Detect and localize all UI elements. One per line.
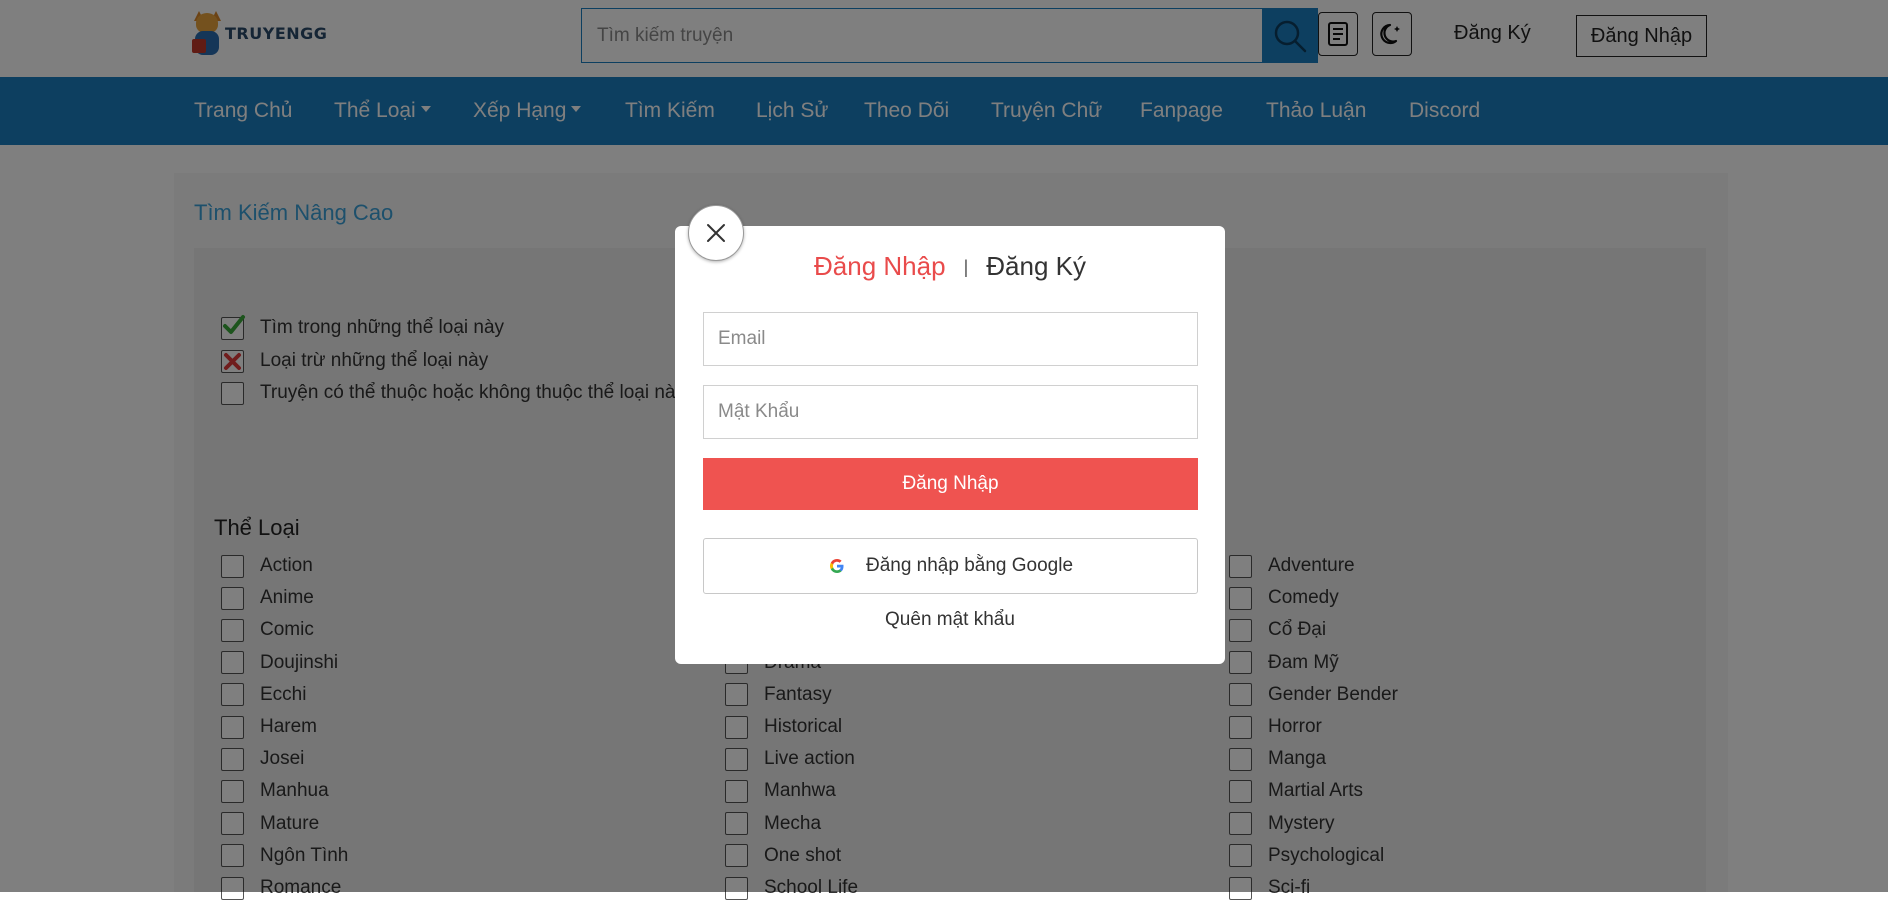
tab-register[interactable]: Đăng Ký (986, 251, 1086, 281)
modal-close-button[interactable] (688, 205, 744, 261)
google-login-label: Đăng nhập bằng Google (865, 555, 1074, 576)
forgot-password-link[interactable]: Quên mật khẩu (675, 609, 1225, 631)
email-field[interactable] (703, 312, 1198, 366)
close-icon (707, 224, 725, 242)
login-modal: Đăng Nhập | Đăng Ký Đăng Nhập Đăng nhập bằ… (675, 226, 1225, 664)
google-login-button[interactable]: Đăng nhập bằng Google (703, 538, 1198, 594)
tab-login[interactable]: Đăng Nhập (814, 251, 946, 281)
google-icon (829, 559, 844, 573)
tab-separator: | (963, 257, 969, 277)
password-field[interactable] (703, 385, 1198, 439)
modal-tabs: Đăng Nhập | Đăng Ký (675, 251, 1225, 282)
login-submit-button[interactable]: Đăng Nhập (703, 458, 1198, 510)
